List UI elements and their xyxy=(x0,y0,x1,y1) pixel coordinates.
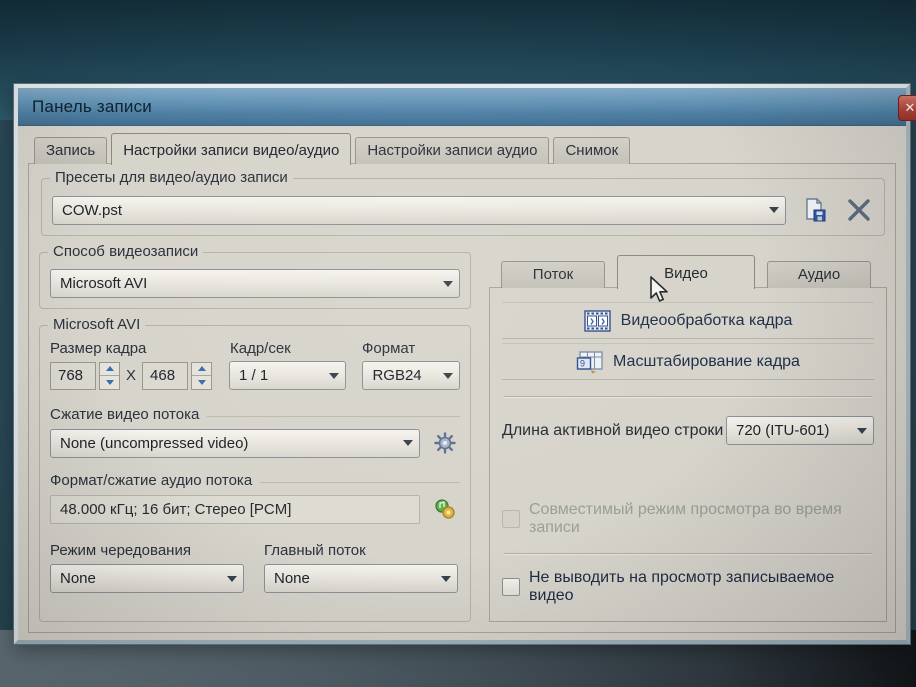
divider xyxy=(504,553,872,555)
no-preview-checkbox[interactable] xyxy=(502,578,520,596)
height-spin-up-button[interactable] xyxy=(192,363,211,376)
video-tabpage: Видеообработка кадра 9 Масштабирование к… xyxy=(489,287,887,622)
compat-mode-label: Совместимый режим просмотра во время зап… xyxy=(529,501,874,537)
tab-zapis[interactable]: Запись xyxy=(34,137,107,164)
interleave-label: Режим чередования xyxy=(50,542,264,559)
interleave-value: None xyxy=(60,570,96,587)
video-processing-button[interactable]: Видеообработка кадра xyxy=(502,302,874,339)
preset-combobox[interactable]: COW.pst xyxy=(52,196,786,225)
audio-format-label: Формат/сжатие аудио потока xyxy=(50,472,460,489)
left-column: Способ видеозаписи Microsoft AVI Microso… xyxy=(39,252,471,622)
chevron-down-icon xyxy=(443,373,453,379)
compat-mode-row: Совместимый режим просмотра во время зап… xyxy=(502,501,874,537)
presets-group: Пресеты для видео/аудио записи COW.pst xyxy=(41,178,885,236)
fps-combobox[interactable]: 1 / 1 xyxy=(229,361,346,390)
save-preset-button[interactable] xyxy=(800,195,830,225)
audio-format-value: 48.000 кГц; 16 бит; Стерео [PCM] xyxy=(60,501,291,518)
video-method-group: Способ видеозаписи Microsoft AVI xyxy=(39,252,471,309)
line-length-value: 720 (ITU-601) xyxy=(736,422,829,439)
svg-text:9: 9 xyxy=(580,358,585,368)
format-value: RGB24 xyxy=(372,367,421,384)
divider xyxy=(504,396,872,398)
spin-up-icon xyxy=(106,366,114,371)
film-strip-icon xyxy=(584,309,611,333)
tab-audio[interactable]: Аудио xyxy=(767,261,871,288)
main-stream-combobox[interactable]: None xyxy=(264,564,458,593)
no-preview-row: Не выводить на просмотр записываемое вид… xyxy=(502,569,874,605)
film-scale-icon: 9 xyxy=(576,350,603,374)
tab-stream[interactable]: Поток xyxy=(501,261,605,288)
height-spin-down-button[interactable] xyxy=(192,375,211,389)
chevron-down-icon xyxy=(403,440,413,446)
frame-height-stepper: 468 xyxy=(142,362,212,390)
stream-tabstrip: Поток Видео Аудио xyxy=(489,252,887,288)
chevron-down-icon xyxy=(857,428,867,434)
fps-value: 1 / 1 xyxy=(239,367,268,384)
main-stream-value: None xyxy=(274,570,310,587)
presets-group-label: Пресеты для видео/аудио записи xyxy=(50,169,293,186)
frame-width-value[interactable]: 768 xyxy=(50,362,96,390)
tab-audio-settings[interactable]: Настройки записи аудио xyxy=(355,137,549,164)
audio-codec-icon xyxy=(433,497,457,521)
chevron-down-icon xyxy=(329,373,339,379)
save-preset-icon xyxy=(802,197,828,223)
video-codec-config-button[interactable] xyxy=(430,428,460,458)
audio-format-field: 48.000 кГц; 16 бит; Стерео [PCM] xyxy=(50,495,420,524)
avi-settings-group: Microsoft AVI Размер кадра Кадр/сек Форм… xyxy=(39,325,471,622)
tab-video[interactable]: Видео xyxy=(617,255,755,289)
spin-up-icon xyxy=(198,366,206,371)
chevron-down-icon xyxy=(443,281,453,287)
video-compression-label: Сжатие видео потока xyxy=(50,406,460,423)
video-processing-label: Видеообработка кадра xyxy=(621,312,793,330)
spin-down-icon xyxy=(106,380,114,385)
codec-gear-icon xyxy=(433,431,457,455)
compat-mode-checkbox[interactable] xyxy=(502,510,520,528)
frame-scaling-label: Масштабирование кадра xyxy=(613,353,800,371)
window-title: Панель записи xyxy=(32,97,152,117)
size-separator: X xyxy=(126,367,136,384)
format-label: Формат xyxy=(362,340,415,357)
fps-label: Кадр/сек xyxy=(230,340,362,357)
main-tabpage: Пресеты для видео/аудио записи COW.pst xyxy=(28,163,896,633)
mouse-cursor xyxy=(648,276,672,309)
avi-group-label: Microsoft AVI xyxy=(48,316,145,333)
line-length-label: Длина активной видео строки xyxy=(502,422,723,440)
chevron-down-icon xyxy=(227,576,237,582)
interleave-combobox[interactable]: None xyxy=(50,564,244,593)
recording-panel-window: Панель записи ✕ Запись Настройки записи … xyxy=(14,84,910,644)
line-length-combobox[interactable]: 720 (ITU-601) xyxy=(726,416,874,445)
frame-size-label: Размер кадра xyxy=(50,340,230,357)
audio-codec-config-button[interactable] xyxy=(430,494,460,524)
video-method-label: Способ видеозаписи xyxy=(48,243,203,260)
video-method-combobox[interactable]: Microsoft AVI xyxy=(50,269,460,298)
preset-value: COW.pst xyxy=(62,202,122,219)
main-stream-label: Главный поток xyxy=(264,542,366,559)
width-spin-up-button[interactable] xyxy=(100,363,119,376)
tab-snapshot[interactable]: Снимок xyxy=(553,137,630,164)
chevron-down-icon xyxy=(441,576,451,582)
dialog-body: Запись Настройки записи видео/аудио Наст… xyxy=(18,126,906,643)
video-method-value: Microsoft AVI xyxy=(60,275,147,292)
frame-scaling-button[interactable]: 9 Масштабирование кадра xyxy=(502,343,874,380)
frame-width-stepper: 768 xyxy=(50,362,120,390)
close-icon: ✕ xyxy=(905,100,916,115)
format-combobox[interactable]: RGB24 xyxy=(362,361,460,390)
delete-preset-button[interactable] xyxy=(844,195,874,225)
main-tabstrip: Запись Настройки записи видео/аудио Наст… xyxy=(26,130,898,164)
right-column: Поток Видео Аудио xyxy=(489,252,887,622)
video-compression-combobox[interactable]: None (uncompressed video) xyxy=(50,429,420,458)
title-bar: Панель записи ✕ xyxy=(18,88,906,126)
no-preview-label: Не выводить на просмотр записываемое вид… xyxy=(529,569,874,605)
video-compression-value: None (uncompressed video) xyxy=(60,435,248,452)
close-button[interactable]: ✕ xyxy=(898,95,916,121)
tab-video-audio-settings[interactable]: Настройки записи видео/аудио xyxy=(111,133,351,165)
width-spin-down-button[interactable] xyxy=(100,375,119,389)
frame-height-value[interactable]: 468 xyxy=(142,362,188,390)
delete-x-icon xyxy=(845,197,873,223)
spin-down-icon xyxy=(198,380,206,385)
chevron-down-icon xyxy=(769,207,779,213)
